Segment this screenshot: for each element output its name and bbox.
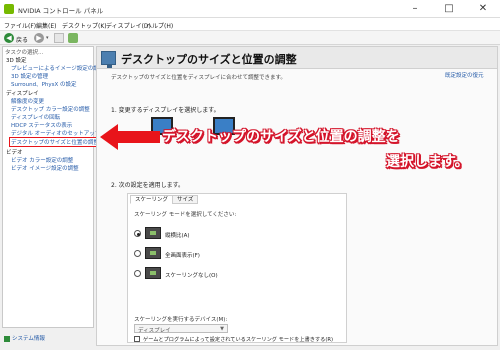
option-no-scaling[interactable]: スケーリングなし(O)	[134, 267, 274, 281]
option-full-screen-label: 全画面表示(F)	[165, 253, 200, 259]
sidebar-category-3d[interactable]: 3D 設定	[6, 56, 26, 64]
radio-full-screen[interactable]	[134, 250, 141, 257]
option-no-scaling-label: スケーリングなし(O)	[165, 273, 218, 279]
system-info-icon	[4, 335, 10, 342]
sidebar-header: タスクの選択...	[5, 50, 44, 56]
restore-defaults-link[interactable]: 既定設定の復元	[445, 71, 484, 79]
override-label: ゲームとプログラムによって設定されているスケーリング モードを上書きする(R)	[143, 337, 333, 343]
tab-scaling[interactable]: スケーリング	[130, 195, 174, 204]
menu-display[interactable]: ディスプレイ(D)	[106, 21, 151, 30]
chevron-down-icon: ▼	[220, 326, 224, 332]
sidebar-item-3d-manage[interactable]: 3D 設定の管理	[11, 72, 48, 80]
override-scaling-option[interactable]: ゲームとプログラムによって設定されているスケーリング モードを上書きする(R)	[134, 335, 348, 344]
menu-edit[interactable]: 編集(E)	[36, 21, 56, 30]
system-info-label[interactable]: システム情報	[12, 336, 45, 342]
section-apply-settings: 2. 次の設定を適用します。	[111, 182, 185, 189]
close-button[interactable]: ✕	[466, 0, 500, 18]
radio-no-scaling[interactable]	[134, 270, 141, 277]
sidebar-item-color[interactable]: デスクトップ カラー設定の調整	[11, 105, 90, 113]
history-dropdown-icon[interactable]: ▾	[46, 35, 49, 41]
no-scaling-icon	[145, 267, 161, 279]
menu-help[interactable]: ヘルプ(H)	[146, 21, 173, 30]
menu-bar: ファイル(F) 編集(E) デスクトップ(K) ディスプレイ(D) ヘルプ(H)	[0, 18, 500, 31]
maximize-button[interactable]: □	[432, 0, 466, 18]
annotation-text-line2: 選択します。	[386, 154, 469, 170]
sidebar-item-video-image[interactable]: ビデオ イメージ設定の調整	[11, 164, 79, 172]
scaling-device-label: スケーリングを実行するデバイス(M):	[134, 317, 228, 323]
page-title: デスクトップのサイズと位置の調整	[121, 53, 297, 66]
task-sidebar: タスクの選択... 3D 設定 プレビューによるイメージ設定の調整 3D 設定の…	[2, 46, 104, 328]
sidebar-item-surround[interactable]: Surround、PhysX の設定	[11, 80, 77, 88]
aspect-ratio-icon	[145, 227, 161, 239]
sidebar-item-rotate[interactable]: ディスプレイの回転	[11, 113, 60, 121]
main-panel: デスクトップのサイズと位置の調整 既定設定の復元 デスクトップのサイズと位置をデ…	[96, 46, 498, 346]
sidebar-category-video[interactable]: ビデオ	[6, 148, 23, 156]
annotation-arrow-icon	[100, 124, 160, 150]
override-checkbox[interactable]	[134, 336, 140, 342]
option-full-screen[interactable]: 全画面表示(F)	[134, 247, 274, 261]
window-title: NVIDIA コントロール パネル	[18, 7, 104, 15]
sidebar-item-video-color[interactable]: ビデオ カラー設定の調整	[11, 156, 73, 164]
annotation-text-line1: デスクトップのサイズと位置の調整を	[162, 129, 400, 145]
option-aspect-ratio-label: 縦横比(A)	[165, 233, 190, 239]
page-header: デスクトップのサイズと位置の調整	[97, 47, 497, 69]
scaling-panel: スケーリング サイズ スケーリング モードを選択してください: 縦横比(A) 全…	[127, 193, 347, 343]
system-info-link[interactable]: システム情報	[4, 334, 45, 342]
scaling-device-value: ディスプレイ	[138, 328, 171, 334]
sidebar-item-3d-preview[interactable]: プレビューによるイメージ設定の調整	[11, 64, 104, 72]
monitor-icon	[101, 51, 116, 68]
minimize-button[interactable]: –	[398, 0, 432, 18]
scaling-device-select[interactable]: ディスプレイ ▼	[134, 324, 228, 334]
menu-file[interactable]: ファイル(F)	[4, 21, 36, 30]
forward-arrow-icon[interactable]: ▶	[34, 33, 44, 43]
home-icon[interactable]	[54, 33, 64, 43]
tab-size[interactable]: サイズ	[172, 195, 199, 204]
title-bar: NVIDIA コントロール パネル – □ ✕	[0, 0, 500, 18]
section-select-display: 1. 変更するディスプレイを選択します。	[111, 107, 220, 114]
option-aspect-ratio[interactable]: 縦横比(A)	[134, 227, 274, 241]
scaling-mode-label: スケーリング モードを選択してください:	[134, 212, 237, 218]
radio-aspect-ratio[interactable]	[134, 230, 141, 237]
back-arrow-icon[interactable]: ◀	[4, 33, 14, 43]
sidebar-item-audio[interactable]: デジタル オーディオのセットアップ	[11, 129, 100, 137]
nvidia-logo-icon	[4, 4, 14, 14]
sidebar-item-desktop-size[interactable]: デスクトップのサイズと位置の調整	[9, 137, 101, 147]
nvidia-toolbar-icon[interactable]	[68, 33, 78, 43]
menu-desktop[interactable]: デスクトップ(K)	[62, 21, 107, 30]
sidebar-category-display[interactable]: ディスプレイ	[6, 89, 39, 97]
back-button-label[interactable]: 戻る	[16, 35, 28, 44]
toolbar: ◀ 戻る ▶ ▾	[0, 31, 500, 45]
sidebar-item-hdcp[interactable]: HDCP ステータスの表示	[11, 121, 72, 129]
full-screen-icon	[145, 247, 161, 259]
sidebar-item-resolution[interactable]: 解像度の変更	[11, 97, 44, 105]
page-description: デスクトップのサイズと位置をディスプレイに合わせて調整できます。	[111, 75, 286, 81]
